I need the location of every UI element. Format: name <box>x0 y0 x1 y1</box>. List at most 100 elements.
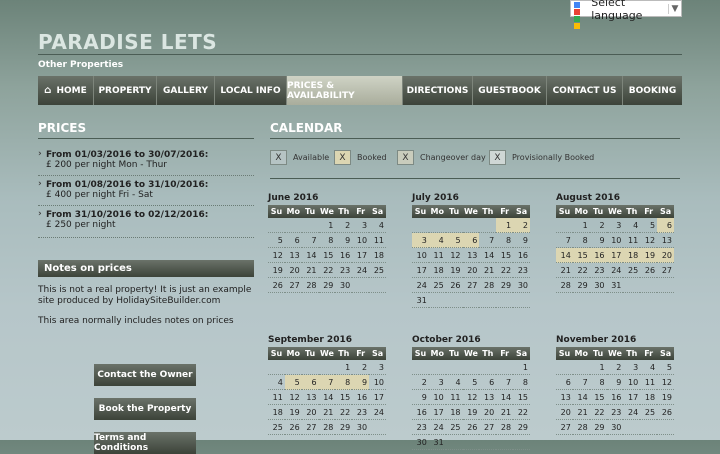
calendar-day: 10 <box>428 389 446 405</box>
nav-gallery[interactable]: GALLERY <box>157 76 215 105</box>
calendar-day: 20 <box>284 262 302 278</box>
empty-day <box>462 360 480 375</box>
calendar-day: 27 <box>301 419 319 435</box>
calendar-day: 16 <box>606 389 624 405</box>
calendar-day: 21 <box>556 262 573 278</box>
calendar-day: 4 <box>268 374 285 390</box>
nav-home[interactable]: ⌂ HOME <box>38 76 94 105</box>
booked-day: 6 <box>462 232 480 248</box>
other-properties-link[interactable]: Other Properties <box>38 60 123 70</box>
calendar-day: 11 <box>369 232 386 248</box>
legend-swatch: X <box>270 150 287 165</box>
language-selector[interactable]: Select language ▼ <box>570 0 682 29</box>
weekday-header: Tu <box>301 347 319 360</box>
calendar-day: 13 <box>657 232 674 248</box>
weekday-header: Sa <box>369 347 386 360</box>
calendar-day: 11 <box>428 247 446 263</box>
book-property-button[interactable]: Book the Property <box>94 398 196 420</box>
weekday-header: Fr <box>352 205 370 218</box>
weekday-header: Fr <box>496 347 514 360</box>
nav-contact-us[interactable]: CONTACT US <box>547 76 623 105</box>
legend-label: Changeover day <box>420 153 486 162</box>
empty-day <box>428 218 446 233</box>
calendar-day: 9 <box>335 232 353 248</box>
calendar-day: 28 <box>572 419 590 435</box>
month-calendar: September 2016 Su Mo Tu We Th Fr Sa 1 2 3 4 5 6 7 8 9 10 1… <box>268 335 386 435</box>
calendar-day: 27 <box>479 419 497 435</box>
empty-day <box>657 277 674 293</box>
calendar-day: 17 <box>623 389 641 405</box>
booked-day: 6 <box>301 374 319 390</box>
empty-day <box>445 292 463 308</box>
month-grid: Su Mo Tu We Th Fr Sa 1 2 3 4 5 6 7 8 9 10 11 12 13 14 15 16 17 1… <box>412 205 530 308</box>
month-calendar: August 2016 Su Mo Tu We Th Fr Sa 1 2 3 4 5 6 7 8 9 10 11 12… <box>556 193 674 293</box>
calendar-day: 19 <box>462 404 480 420</box>
calendar-day: 27 <box>657 262 674 278</box>
empty-day <box>445 434 463 450</box>
month-title: June 2016 <box>268 193 319 203</box>
terms-conditions-button[interactable]: Terms and Conditions <box>94 432 196 454</box>
nav-guestbook[interactable]: GUESTBOOK <box>473 76 547 105</box>
weekday-header: Mo <box>428 205 446 218</box>
weekday-header: Th <box>335 205 353 218</box>
nav-directions[interactable]: DIRECTIONS <box>403 76 473 105</box>
empty-day <box>412 218 429 233</box>
booked-day: 3 <box>412 232 429 248</box>
calendar-day: 22 <box>318 262 336 278</box>
calendar-day: 7 <box>556 232 573 248</box>
calendar-day: 30 <box>335 277 353 293</box>
empty-day <box>318 360 336 375</box>
weekday-header: Sa <box>513 205 530 218</box>
calendar-day: 12 <box>657 374 674 390</box>
site-title: PARADISE LETS <box>38 30 218 54</box>
calendar-day: 2 <box>412 374 429 390</box>
calendar-day: 17 <box>369 389 386 405</box>
nav-booking[interactable]: BOOKING <box>623 76 682 105</box>
calendar-day: 26 <box>284 419 302 435</box>
calendar-day: 31 <box>412 292 429 308</box>
month-grid: Su Mo Tu We Th Fr Sa 1 2 3 4 5 6 7 8 9 10 11 12 13 14 15 16 17 1… <box>556 347 674 435</box>
calendar-day: 14 <box>572 389 590 405</box>
weekday-header: We <box>318 347 336 360</box>
weekday-header: Su <box>556 205 573 218</box>
calendar-day: 3 <box>352 218 370 233</box>
calendar-day: 2 <box>589 218 607 233</box>
empty-day <box>640 277 658 293</box>
weekday-header: Tu <box>445 347 463 360</box>
empty-day <box>623 419 641 435</box>
calendar-day: 6 <box>556 374 573 390</box>
calendar-day: 12 <box>445 247 463 263</box>
weekday-header: Mo <box>572 205 590 218</box>
legend-changeover: X Changeover day <box>397 150 486 165</box>
calendar-day: 26 <box>657 404 674 420</box>
calendar-day: 21 <box>496 404 514 420</box>
calendar-day: 29 <box>572 277 590 293</box>
empty-day <box>479 218 497 233</box>
calendar-day: 26 <box>268 277 285 293</box>
calendar-day: 14 <box>479 247 497 263</box>
nav-property[interactable]: PROPERTY <box>94 76 157 105</box>
weekday-header: Th <box>335 347 353 360</box>
notes-heading: Notes on prices <box>38 260 254 277</box>
contact-owner-button[interactable]: Contact the Owner <box>94 364 196 386</box>
calendar-day: 26 <box>462 419 480 435</box>
legend-label: Booked <box>357 153 387 162</box>
calendar-day: 31 <box>428 434 446 450</box>
price-rate: £ 250 per night <box>46 220 116 230</box>
chevron-down-icon[interactable]: ▼ <box>667 3 681 14</box>
booked-day: 18 <box>623 247 641 263</box>
calendar-day: 24 <box>428 419 446 435</box>
notes-text: This area normally includes notes on pri… <box>38 316 234 326</box>
nav-prices-availability[interactable]: PRICES & AVAILABILITY <box>287 76 403 105</box>
nav-local-info[interactable]: LOCAL INFO <box>215 76 287 105</box>
weekday-header: Mo <box>572 347 590 360</box>
calendar-day: 23 <box>335 262 353 278</box>
calendar-day: 3 <box>369 360 386 375</box>
calendar-day: 19 <box>445 262 463 278</box>
calendar-day: 25 <box>369 262 386 278</box>
price-range: From 01/08/2016 to 31/10/2016: <box>38 179 254 190</box>
legend-divider <box>270 178 680 179</box>
empty-day <box>572 360 590 375</box>
legend-swatch: X <box>397 150 414 165</box>
calendar-day: 14 <box>318 389 336 405</box>
